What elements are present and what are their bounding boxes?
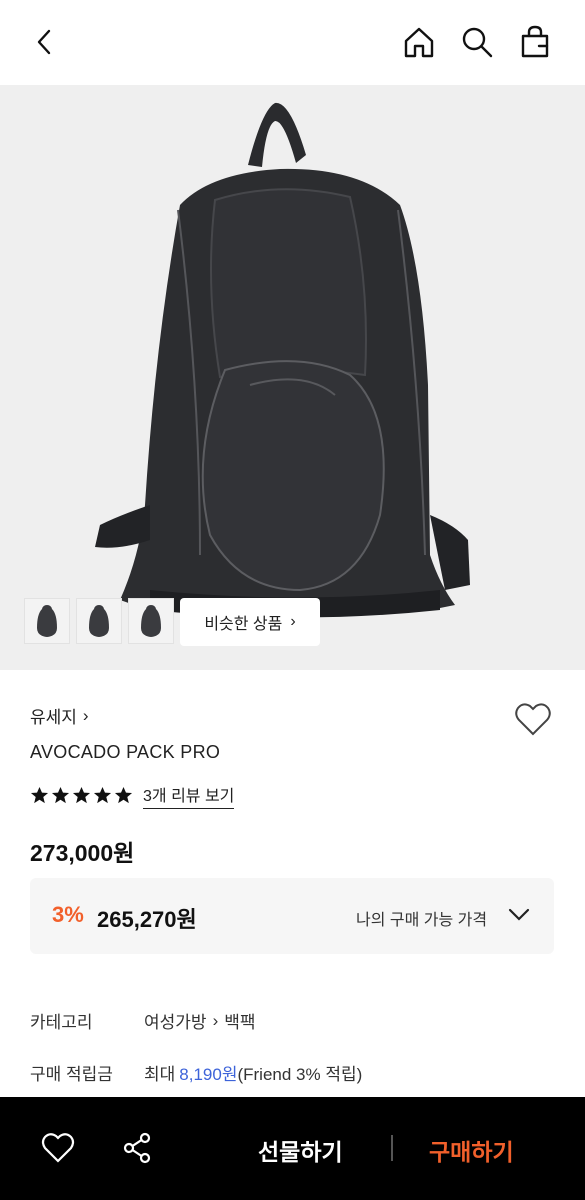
star-icon	[93, 786, 112, 804]
heart-icon	[515, 703, 551, 736]
chevron-right-icon: ›	[290, 613, 296, 630]
thumbnail[interactable]	[24, 598, 70, 644]
thumbnail[interactable]	[76, 598, 122, 644]
product-price: 273,000원	[30, 840, 135, 866]
points-prefix: 최대	[144, 1065, 176, 1084]
review-link[interactable]: 3개 리뷰 보기	[143, 782, 235, 809]
search-button[interactable]	[457, 22, 497, 62]
cart-button[interactable]	[515, 22, 555, 62]
star-icon	[114, 786, 133, 804]
backpack-thumbnail-icon	[37, 605, 57, 637]
points-row: 구매 적립금 최대 8,190원 (Friend 3% 적립)	[30, 1060, 362, 1085]
wishlist-button[interactable]	[513, 700, 553, 740]
heart-icon	[41, 1133, 75, 1163]
points-amount: 8,190원	[179, 1065, 238, 1084]
points-suffix: (Friend 3% 적립)	[237, 1065, 363, 1084]
shopping-bag-icon	[521, 25, 549, 58]
backpack-thumbnail-icon	[89, 605, 109, 637]
points-label: 구매 적립금	[30, 1065, 113, 1084]
rating-row: 3개 리뷰 보기	[30, 782, 235, 809]
star-icon	[72, 786, 91, 804]
chevron-down-icon	[508, 908, 530, 921]
thumbnail-strip	[24, 598, 174, 644]
chevron-right-icon: ›	[82, 705, 89, 725]
buy-button[interactable]: 구매하기	[429, 1133, 514, 1167]
star-icon	[51, 786, 70, 804]
product-name: AVOCADO PACK PRO	[30, 742, 221, 762]
my-price-label: 나의 구매 가능 가격	[356, 912, 488, 929]
star-icon	[30, 786, 49, 804]
thumbnail[interactable]	[128, 598, 174, 644]
discount-percent: 3%	[52, 902, 84, 927]
product-image-area[interactable]: 비슷한 상품 ›	[0, 85, 585, 670]
category-row: 카테고리 여성가방 › 백팩	[30, 1008, 256, 1033]
brand-link[interactable]: 유세지 ›	[30, 703, 89, 728]
share-button[interactable]	[120, 1130, 156, 1166]
chevron-right-icon: ›	[212, 1010, 219, 1030]
back-button[interactable]	[24, 22, 64, 62]
share-icon	[123, 1132, 151, 1164]
discounted-price: 265,270원	[97, 907, 197, 932]
gift-button[interactable]: 선물하기	[258, 1133, 343, 1167]
back-arrow-icon	[37, 29, 51, 55]
category-link-1[interactable]: 여성가방	[144, 1008, 207, 1033]
rating-stars	[30, 786, 133, 805]
category-label: 카테고리	[30, 1013, 93, 1032]
category-link-2[interactable]: 백팩	[224, 1008, 255, 1033]
top-navigation-bar	[0, 0, 585, 85]
wishlist-bottom-button[interactable]	[40, 1130, 76, 1166]
similar-products-button[interactable]: 비슷한 상품 ›	[180, 598, 320, 646]
my-price-box[interactable]: 3% 265,270원 나의 구매 가능 가격	[30, 878, 554, 954]
divider	[391, 1135, 393, 1161]
home-button[interactable]	[399, 22, 439, 62]
similar-products-label: 비슷한 상품	[204, 616, 283, 633]
bottom-action-bar: 선물하기 구매하기	[0, 1097, 585, 1200]
brand-name: 유세지	[30, 708, 77, 727]
search-icon	[462, 27, 493, 58]
backpack-image	[95, 102, 470, 618]
backpack-thumbnail-icon	[141, 605, 161, 637]
home-icon	[404, 27, 434, 58]
